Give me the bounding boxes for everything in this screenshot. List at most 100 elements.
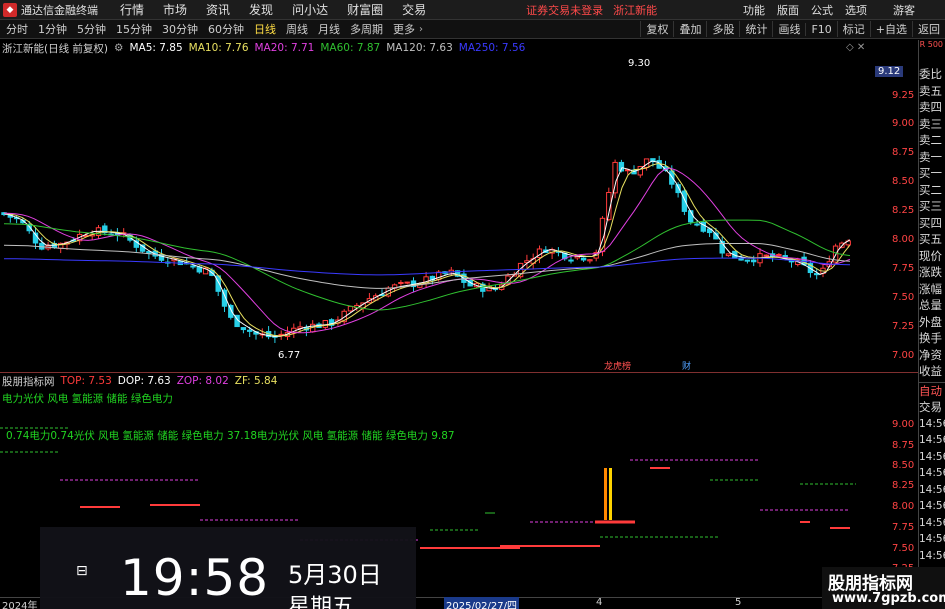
menu-discover[interactable]: 发现 xyxy=(249,1,273,18)
menu-formula[interactable]: 公式 xyxy=(811,2,833,18)
menu-layout[interactable]: 版面 xyxy=(777,2,799,18)
period-daily[interactable]: 日线 xyxy=(254,21,276,37)
toolbar-mark[interactable]: 标记 xyxy=(836,21,870,37)
indicator-header: 股朋指标网 TOP: 7.53 DOP: 7.63 ZOP: 8.02 ZF: … xyxy=(2,374,283,388)
candle-body xyxy=(322,320,329,328)
menu-ask[interactable]: 问小达 xyxy=(292,1,328,18)
low-annotation: 6.77 xyxy=(278,350,301,361)
tick-time: 14:56 xyxy=(919,500,945,512)
tick-time: 14:56 xyxy=(919,516,945,529)
app-logo-icon: ◆ xyxy=(3,2,17,17)
tick-time: 14:56 xyxy=(919,467,945,479)
candle-body xyxy=(587,259,593,262)
period-more[interactable]: 更多 xyxy=(393,21,415,37)
menu-news[interactable]: 资讯 xyxy=(206,1,230,18)
candle-body xyxy=(776,253,782,256)
side-item-sell1[interactable]: 卖一 xyxy=(919,149,945,166)
menu-options[interactable]: 选项 xyxy=(845,2,867,18)
side-item-sell3[interactable]: 卖三 xyxy=(919,116,945,133)
ma5-value: MA5: 7.85 xyxy=(129,42,183,54)
indicator-bar xyxy=(604,468,607,520)
watermark-url: www.7gpzb.com xyxy=(832,591,945,606)
side-tab-auto[interactable]: 自动 xyxy=(919,383,945,400)
toolbar-draw[interactable]: 画线 xyxy=(772,21,805,37)
side-item-sell4[interactable]: 卖四 xyxy=(919,99,945,116)
toolbar-fuquan[interactable]: 复权 xyxy=(640,21,673,37)
side-item-buy4[interactable]: 买四 xyxy=(919,215,945,232)
menubar: ◆ 通达信金融终端 行情 市场 资讯 发现 问小达 财富圈 交易 证券交易未登录… xyxy=(0,0,945,20)
period-monthly[interactable]: 月线 xyxy=(318,21,340,37)
side-item-sell5[interactable]: 卖五 xyxy=(919,83,945,100)
cursor-date: 2025/02/27/四 xyxy=(444,597,520,609)
side-item-turnover[interactable]: 换手 xyxy=(919,330,945,347)
side-item-pct[interactable]: 涨幅 xyxy=(919,281,945,298)
candlestick-chart[interactable] xyxy=(0,56,880,386)
period-15min[interactable]: 15分钟 xyxy=(116,21,152,37)
side-item-buy5[interactable]: 买五 xyxy=(919,231,945,248)
period-multi[interactable]: 多周期 xyxy=(350,21,383,37)
candle-body xyxy=(190,265,196,268)
side-item-change[interactable]: 涨跌 xyxy=(919,264,945,281)
period-1min[interactable]: 1分钟 xyxy=(38,21,67,37)
candle-body xyxy=(744,259,751,262)
trade-login-notice[interactable]: 证券交易未登录 xyxy=(526,2,603,18)
toolbar-overlay[interactable]: 叠加 xyxy=(673,21,706,37)
candle-body xyxy=(763,254,769,257)
period-weekly[interactable]: 周线 xyxy=(286,21,308,37)
side-item-buy1[interactable]: 买一 xyxy=(919,165,945,182)
date-year: 2024年 xyxy=(2,601,38,609)
menu-guest[interactable]: 游客 xyxy=(893,2,915,18)
toolbar-add-favorite[interactable]: +自选 xyxy=(869,21,912,37)
period-tick[interactable]: 分时 xyxy=(6,21,28,37)
tick-time-list: 14:56 14:56 14:56 14:56 14:56 14:56 14:5… xyxy=(919,416,945,565)
moving-average-line xyxy=(3,219,851,311)
side-item-outer[interactable]: 外盘 xyxy=(919,314,945,331)
app-title: 通达信金融终端 xyxy=(21,3,98,17)
stock-label[interactable]: 浙江新能(日线 前复权) xyxy=(2,41,108,56)
menu-market[interactable]: 市场 xyxy=(163,1,187,18)
finance-mark[interactable]: 财 xyxy=(682,359,691,372)
toolbar-f10[interactable]: F10 xyxy=(805,22,836,36)
period-60min[interactable]: 60分钟 xyxy=(208,21,244,37)
side-item-earnings[interactable]: 收益 xyxy=(919,363,945,380)
side-item-buy3[interactable]: 买三 xyxy=(919,198,945,215)
ma120-value: MA120: 7.63 xyxy=(386,42,453,54)
indicator-dop: DOP: 7.63 xyxy=(117,375,171,387)
period-30min[interactable]: 30分钟 xyxy=(162,21,198,37)
side-item-volume[interactable]: 总量 xyxy=(919,297,945,314)
side-tabs: 自动 交易 xyxy=(919,381,945,416)
indicator-name[interactable]: 股朋指标网 xyxy=(2,374,55,389)
ma20-value: MA20: 7.71 xyxy=(254,42,315,54)
candle-body xyxy=(347,305,354,312)
settings-gear-icon[interactable]: ⚙ xyxy=(114,42,123,54)
ma10-value: MA10: 7.76 xyxy=(188,42,249,54)
candle-body xyxy=(404,281,410,284)
tick-time: 14:56 xyxy=(919,483,945,496)
dragon-tiger-mark[interactable]: 龙虎榜 xyxy=(604,359,631,372)
toolbar-multi-stock[interactable]: 多股 xyxy=(706,21,739,37)
side-item-sell2[interactable]: 卖二 xyxy=(919,132,945,149)
indicator-top: TOP: 7.53 xyxy=(60,375,112,387)
menu-trade[interactable]: 交易 xyxy=(402,1,426,18)
chevron-right-icon[interactable]: › xyxy=(419,24,423,35)
menu-quotes[interactable]: 行情 xyxy=(120,1,144,18)
candle-body xyxy=(240,327,247,331)
candle-body xyxy=(228,305,234,318)
period-5min[interactable]: 5分钟 xyxy=(77,21,106,37)
period-toolbar: 分时 1分钟 5分钟 15分钟 30分钟 60分钟 日线 周线 月线 多周期 更… xyxy=(0,20,945,39)
side-item-weibi[interactable]: 委比 xyxy=(919,66,945,83)
side-item-price[interactable]: 现价 xyxy=(919,248,945,265)
side-tab-trade[interactable]: 交易 xyxy=(919,399,945,416)
clock-weekday: 星期五 xyxy=(288,595,355,609)
toolbar-back[interactable]: 返回 xyxy=(912,21,945,37)
side-item-netasset[interactable]: 净资 xyxy=(919,347,945,364)
tick-time: 14:56 xyxy=(919,434,945,446)
side-item-buy2[interactable]: 买二 xyxy=(919,182,945,199)
menu-function[interactable]: 功能 xyxy=(743,2,765,18)
collapse-icon[interactable]: ◇ ✕ xyxy=(846,42,865,53)
current-price-tag: 9.12 xyxy=(875,66,904,77)
toolbar-stats[interactable]: 统计 xyxy=(739,21,772,37)
menu-wealth[interactable]: 财富圈 xyxy=(347,1,383,18)
clock-date: 5月30日 xyxy=(288,561,382,589)
panel-divider xyxy=(0,372,918,373)
